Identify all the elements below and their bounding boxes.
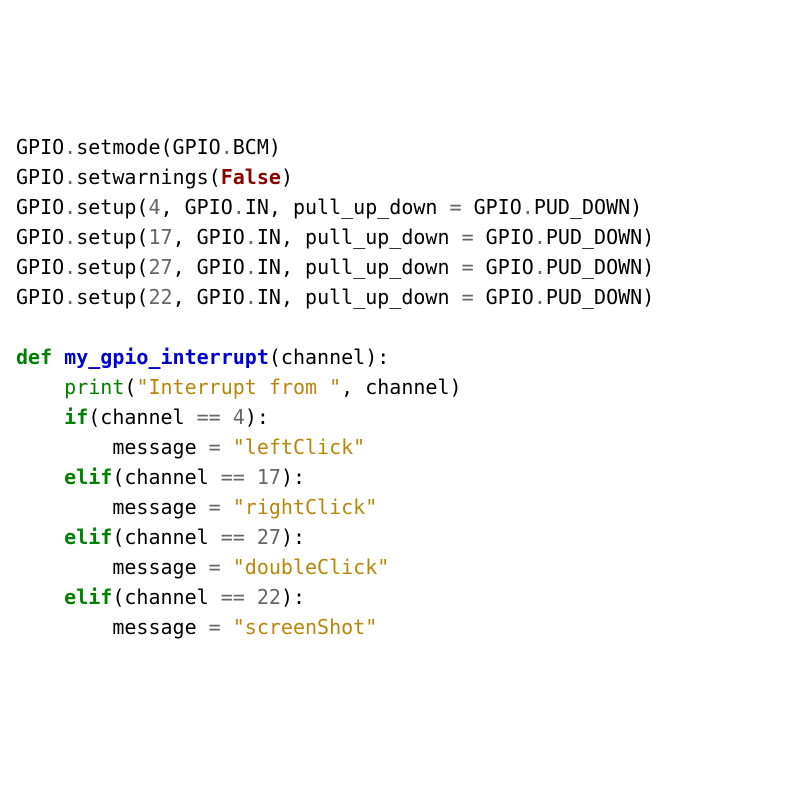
code-line-6: GPIO.setup(22, GPIO.IN, pull_up_down = G… xyxy=(16,282,784,312)
builtin-print: print xyxy=(64,375,124,399)
keyword-if: if xyxy=(64,405,88,429)
code-line-elif-3: elif(channel == 22): xyxy=(16,582,784,612)
code-line-blank xyxy=(16,312,784,342)
code-line-5: GPIO.setup(27, GPIO.IN, pull_up_down = G… xyxy=(16,252,784,282)
function-name: my_gpio_interrupt xyxy=(64,345,269,369)
code-line-3: GPIO.setup(4, GPIO.IN, pull_up_down = GP… xyxy=(16,192,784,222)
keyword-def: def xyxy=(16,345,52,369)
code-line-elif-1: elif(channel == 17): xyxy=(16,462,784,492)
code-line-def: def my_gpio_interrupt(channel): xyxy=(16,342,784,372)
code-line-assign-3: message = "doubleClick" xyxy=(16,552,784,582)
code-line-print: print("Interrupt from ", channel) xyxy=(16,372,784,402)
code-line-assign-1: message = "leftClick" xyxy=(16,432,784,462)
keyword-elif: elif xyxy=(64,465,112,489)
code-line-elif-2: elif(channel == 27): xyxy=(16,522,784,552)
code-line-if: if(channel == 4): xyxy=(16,402,784,432)
code-block: GPIO.setmode(GPIO.BCM)GPIO.setwarnings(F… xyxy=(16,132,784,642)
keyword-elif: elif xyxy=(64,525,112,549)
code-line-4: GPIO.setup(17, GPIO.IN, pull_up_down = G… xyxy=(16,222,784,252)
code-line-2: GPIO.setwarnings(False) xyxy=(16,162,784,192)
keyword-false: False xyxy=(221,165,281,189)
keyword-elif: elif xyxy=(64,585,112,609)
code-line-1: GPIO.setmode(GPIO.BCM) xyxy=(16,132,784,162)
code-line-assign-2: message = "rightClick" xyxy=(16,492,784,522)
code-line-assign-4: message = "screenShot" xyxy=(16,612,784,642)
